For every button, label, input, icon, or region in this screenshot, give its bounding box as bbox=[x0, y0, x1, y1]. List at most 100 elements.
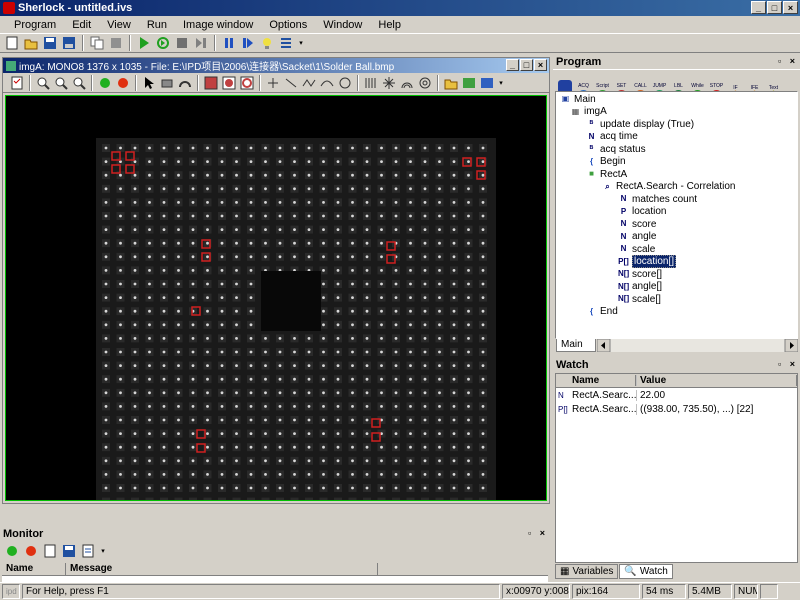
stop-gray-icon[interactable] bbox=[108, 35, 124, 51]
open-icon[interactable] bbox=[23, 35, 39, 51]
lightbulb-icon[interactable] bbox=[259, 35, 275, 51]
circle-tool-icon[interactable] bbox=[337, 75, 353, 91]
roi-ring-icon[interactable] bbox=[239, 75, 255, 91]
stop-red-icon[interactable] bbox=[115, 75, 131, 91]
watch-table[interactable]: Name Value N RectA.Searc... 22.00 P[] Re… bbox=[555, 373, 798, 563]
curve-tool-icon[interactable] bbox=[319, 75, 335, 91]
watch-col-value[interactable]: Value bbox=[636, 375, 797, 386]
line-tool-icon[interactable] bbox=[283, 75, 299, 91]
tree-node[interactable]: N[] scale[] bbox=[618, 293, 661, 305]
pointer-icon[interactable] bbox=[141, 75, 157, 91]
tab-main[interactable]: Main bbox=[556, 339, 596, 352]
tree-node[interactable]: Nangle bbox=[618, 231, 657, 243]
menu-edit[interactable]: Edit bbox=[64, 19, 99, 31]
step-icon[interactable] bbox=[193, 35, 209, 51]
run-loop-icon[interactable] bbox=[155, 35, 171, 51]
watch-col-name[interactable]: Name bbox=[570, 375, 636, 386]
polyline-tool-icon[interactable] bbox=[301, 75, 317, 91]
main-toolbar: ▾ bbox=[0, 33, 800, 53]
annulus-tool-icon[interactable] bbox=[417, 75, 433, 91]
watch-panel-buttons[interactable]: ▫ × bbox=[778, 359, 798, 369]
monitor-panel-buttons[interactable]: ▫ × bbox=[528, 528, 548, 538]
panel-buttons[interactable]: ▫ × bbox=[778, 56, 798, 66]
tree-node[interactable]: Plocation bbox=[618, 206, 667, 218]
menu-run[interactable]: Run bbox=[139, 19, 175, 31]
options-icon[interactable] bbox=[278, 35, 294, 51]
copy-icon[interactable] bbox=[89, 35, 105, 51]
tree-node[interactable]: N[] score[] bbox=[618, 268, 662, 280]
point-tool-icon[interactable] bbox=[265, 75, 281, 91]
tree-node[interactable]: ᴮ update display (True) bbox=[586, 118, 694, 130]
chevron-down-icon[interactable]: ▾ bbox=[99, 543, 107, 559]
image-minimize-button[interactable]: _ bbox=[506, 59, 519, 71]
pause-icon[interactable] bbox=[221, 35, 237, 51]
tree-node[interactable]: N[] angle[] bbox=[618, 281, 662, 293]
image-maximize-button[interactable]: □ bbox=[520, 59, 533, 71]
tree-node[interactable]: Nscore bbox=[618, 218, 657, 230]
table-row[interactable]: P[] RectA.Searc... ((938.00, 735.50), ..… bbox=[556, 402, 797, 416]
tree-node[interactable]: Nacq time bbox=[586, 131, 638, 143]
monitor-save-icon[interactable] bbox=[61, 543, 77, 559]
minimize-button[interactable]: _ bbox=[751, 1, 766, 14]
table-row[interactable]: N RectA.Searc... 22.00 bbox=[556, 388, 797, 402]
zoom-in-icon[interactable] bbox=[35, 75, 51, 91]
tree-node[interactable]: Nmatches count bbox=[618, 193, 697, 205]
menu-options[interactable]: Options bbox=[261, 19, 315, 31]
image-green-icon[interactable] bbox=[461, 75, 477, 91]
rectangle-tool-icon[interactable] bbox=[159, 75, 175, 91]
roi-rect-icon[interactable] bbox=[203, 75, 219, 91]
menu-view[interactable]: View bbox=[99, 19, 139, 31]
tree-node[interactable]: ▣ Main bbox=[560, 93, 596, 105]
brace-icon: { bbox=[589, 306, 594, 316]
zoom-out-icon[interactable] bbox=[53, 75, 69, 91]
open-image-icon[interactable] bbox=[443, 75, 459, 91]
monitor-options-icon[interactable] bbox=[80, 543, 96, 559]
save-icon[interactable] bbox=[42, 35, 58, 51]
resize-grip-icon[interactable] bbox=[760, 584, 778, 599]
roi-circle-icon[interactable] bbox=[221, 75, 237, 91]
new-icon[interactable] bbox=[4, 35, 20, 51]
arc-tool-icon[interactable] bbox=[177, 75, 193, 91]
image-blue-icon[interactable] bbox=[479, 75, 495, 91]
properties-icon[interactable] bbox=[9, 75, 25, 91]
tree-node[interactable]: ▦ imgA bbox=[570, 106, 607, 118]
tree-node[interactable]: Nscale bbox=[618, 243, 656, 255]
tree-node[interactable]: {Begin bbox=[586, 156, 626, 168]
menu-program[interactable]: Program bbox=[6, 19, 64, 31]
menu-help[interactable]: Help bbox=[370, 19, 409, 31]
program-tree[interactable]: ▣ Main ▦ imgA ᴮ update display (True) Nacq tim… bbox=[555, 91, 798, 339]
image-canvas[interactable] bbox=[5, 95, 547, 501]
rake-tool-icon[interactable] bbox=[363, 75, 379, 91]
monitor-col-name[interactable]: Name bbox=[2, 563, 66, 575]
chevron-down-icon[interactable]: ▾ bbox=[497, 75, 505, 91]
monitor-red-icon[interactable] bbox=[23, 543, 39, 559]
tab-variables[interactable]: ▦ Variables bbox=[555, 564, 619, 579]
stop-icon[interactable] bbox=[174, 35, 190, 51]
io-icon: ᴮ bbox=[589, 119, 594, 128]
live-green-icon[interactable] bbox=[97, 75, 113, 91]
tree-node[interactable]: ᴮ acq status bbox=[586, 143, 646, 155]
save-all-icon[interactable] bbox=[61, 35, 77, 51]
tree-node[interactable]: P[] location[] bbox=[618, 255, 677, 268]
point-array-type-icon: P[] bbox=[558, 404, 568, 414]
monitor-green-icon[interactable] bbox=[4, 543, 20, 559]
tab-watch[interactable]: 🔍 Watch bbox=[619, 564, 673, 579]
monitor-new-icon[interactable] bbox=[42, 543, 58, 559]
run-icon[interactable] bbox=[136, 35, 152, 51]
tree-node[interactable]: ■ RectA bbox=[586, 168, 627, 180]
spoke-tool-icon[interactable] bbox=[381, 75, 397, 91]
maximize-button[interactable]: □ bbox=[767, 1, 782, 14]
monitor-col-message[interactable]: Message bbox=[66, 563, 378, 575]
tree-node[interactable]: {End bbox=[586, 306, 618, 318]
image-close-button[interactable]: × bbox=[534, 59, 547, 71]
program-hscrollbar[interactable] bbox=[596, 338, 799, 353]
watch-title: Watch bbox=[556, 359, 589, 371]
arc-rake-icon[interactable] bbox=[399, 75, 415, 91]
menu-image-window[interactable]: Image window bbox=[175, 19, 261, 31]
menu-window[interactable]: Window bbox=[315, 19, 370, 31]
step-into-icon[interactable] bbox=[240, 35, 256, 51]
zoom-fit-icon[interactable] bbox=[71, 75, 87, 91]
tree-node[interactable]: ⌕ RectA.Search - Correlation bbox=[602, 181, 735, 193]
chevron-down-icon[interactable]: ▾ bbox=[297, 35, 305, 51]
close-button[interactable]: × bbox=[783, 1, 798, 14]
